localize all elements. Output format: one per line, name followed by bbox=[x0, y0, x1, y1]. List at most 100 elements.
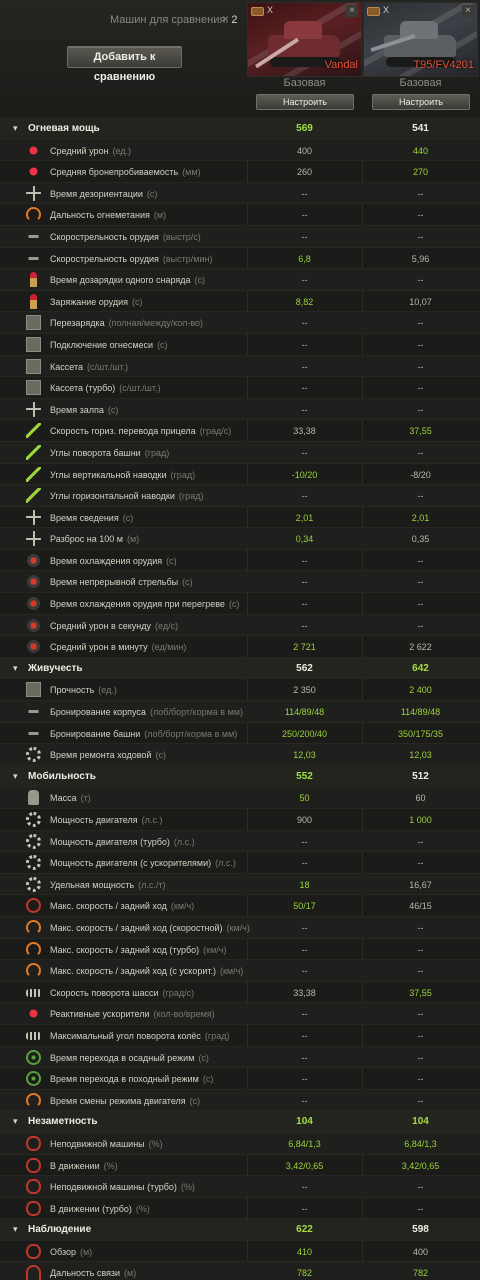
stat-unit: (с) bbox=[155, 750, 166, 761]
stat-value-vehicle-2: 37,55 bbox=[409, 987, 432, 998]
stat-label: Время дозарядки одного снаряда (с) bbox=[50, 275, 205, 285]
stat-name: Прочность bbox=[50, 685, 95, 696]
clear-comparison-icon[interactable]: × bbox=[222, 12, 229, 26]
stat-value-vehicle-1: -- bbox=[301, 1030, 308, 1041]
stat-row: Макс. скорость / задний ход (км/ч) 50/17 46… bbox=[0, 895, 480, 917]
dispersion-icon bbox=[26, 531, 41, 547]
stat-value-vehicle-1: 250/200/40 bbox=[281, 728, 328, 739]
stat-label: Перезарядка (полная/между/кол-во) bbox=[50, 318, 203, 328]
stat-value-vehicle-2: 2,01 bbox=[411, 512, 430, 523]
vehicle-image[interactable]: X × Vandal bbox=[247, 2, 362, 77]
stat-unit: (град) bbox=[204, 1030, 230, 1041]
stat-row: Макс. скорость / задний ход (турбо) (км/ч… bbox=[0, 939, 480, 961]
stat-label: Макс. скорость / задний ход (с ускорит.)… bbox=[50, 966, 243, 976]
stat-label: Дальность связи (м) bbox=[50, 1268, 136, 1278]
stat-unit: (кол-во/время) bbox=[153, 1009, 215, 1020]
stat-row: Неподвижной машины (турбо) (%) -- -- bbox=[0, 1176, 480, 1198]
chevron-down-icon[interactable]: ▾ bbox=[13, 123, 18, 134]
stat-name: Углы вертикальной наводки bbox=[50, 469, 167, 480]
stat-row: Макс. скорость / задний ход (скоростной)… bbox=[0, 916, 480, 939]
compare-count-value: 2 bbox=[231, 14, 238, 26]
stat-row: Макс. скорость / задний ход (с ускорит.)… bbox=[0, 960, 480, 982]
stat-value-vehicle-2: 6,84/1,3 bbox=[404, 1138, 437, 1149]
stat-row: Масса (т) 50 60 bbox=[0, 787, 480, 809]
stat-row: Время смены режима двигателя (с) -- -- bbox=[0, 1089, 480, 1112]
stat-label: Время залпа (с) bbox=[50, 405, 118, 415]
stat-unit: (м) bbox=[80, 1246, 93, 1257]
stat-value-vehicle-1: -- bbox=[301, 339, 308, 350]
configure-button[interactable]: Настроить bbox=[372, 94, 470, 110]
section-header-row[interactable]: ▾ Незаметность 104 104 bbox=[0, 1111, 480, 1133]
stat-name: Перезарядка bbox=[50, 318, 105, 329]
stat-label: Макс. скорость / задний ход (скоростной)… bbox=[50, 923, 250, 933]
stat-row: Реактивные ускорители (кол-во/время) -- -- bbox=[0, 1003, 480, 1025]
stat-name: Макс. скорость / задний ход (турбо) bbox=[50, 944, 200, 955]
stat-unit: (км/ч) bbox=[170, 901, 195, 912]
stat-value-vehicle-1: 2 350 bbox=[293, 685, 316, 696]
stat-label: Бронирование башни (лоб/борт/корма в мм) bbox=[50, 729, 237, 739]
remove-vehicle-button[interactable]: × bbox=[462, 5, 474, 17]
section-header-row[interactable]: ▾ Наблюдение 622 598 bbox=[0, 1219, 480, 1241]
stat-unit: (лоб/борт/корма в мм) bbox=[149, 707, 243, 718]
stat-label: Время перехода в походный режим (с) bbox=[50, 1074, 213, 1084]
remove-vehicle-button[interactable]: × bbox=[346, 5, 358, 17]
stat-value-vehicle-2: -- bbox=[417, 1182, 424, 1193]
stat-row: Время непрерывной стрельбы (с) -- -- bbox=[0, 571, 480, 594]
vehicle-name: T95/FV4201 bbox=[413, 59, 474, 71]
stat-value-vehicle-1: -- bbox=[301, 1052, 308, 1063]
speed-turbo-icon bbox=[26, 941, 41, 957]
stat-name: Время ремонта ходовой bbox=[50, 750, 152, 761]
stat-value-vehicle-2: -- bbox=[417, 858, 424, 869]
stat-row: Кассета (с/шт./шт.) -- -- bbox=[0, 355, 480, 378]
stat-value-vehicle-2: -- bbox=[417, 577, 424, 588]
stat-value-vehicle-1: 2,01 bbox=[295, 512, 314, 523]
stat-label: Углы вертикальной наводки (град) bbox=[50, 470, 195, 480]
stat-value-vehicle-1: 622 bbox=[296, 1224, 313, 1236]
stat-row: Неподвижной машины (%) 6,84/1,3 6,84/1,3 bbox=[0, 1132, 480, 1155]
stat-unit: (с) bbox=[157, 339, 168, 350]
stat-name: Обзор bbox=[50, 1246, 76, 1257]
chevron-down-icon[interactable]: ▾ bbox=[13, 1116, 18, 1127]
stat-name: Живучесть bbox=[28, 662, 83, 674]
stat-value-vehicle-2: -- bbox=[417, 210, 424, 221]
stat-value-vehicle-2: -- bbox=[417, 231, 424, 242]
section-label: Наблюдение bbox=[28, 1224, 91, 1235]
vehicle-image[interactable]: X × T95/FV4201 bbox=[363, 2, 478, 77]
stat-value-vehicle-2: 16,67 bbox=[409, 879, 432, 890]
add-to-comparison-button[interactable]: Добавить к сравнению bbox=[67, 46, 182, 83]
chevron-down-icon[interactable]: ▾ bbox=[13, 771, 18, 782]
stat-name: Кассета (турбо) bbox=[50, 383, 116, 394]
section-label: Живучесть bbox=[28, 663, 83, 674]
section-label: Огневая мощь bbox=[28, 123, 100, 134]
stat-label: Бронирование корпуса (лоб/борт/корма в мм… bbox=[50, 707, 243, 717]
stat-label: Средняя бронепробиваемость (мм) bbox=[50, 167, 201, 177]
stat-value-vehicle-2: 0,35 bbox=[411, 534, 430, 545]
chassis-rotation-icon bbox=[26, 988, 41, 997]
stat-value-vehicle-2: 10,07 bbox=[409, 296, 432, 307]
stat-value-vehicle-1: -- bbox=[301, 836, 308, 847]
stat-value-vehicle-2: -- bbox=[417, 1030, 424, 1041]
stat-value-vehicle-1: -- bbox=[301, 620, 308, 631]
penetration-icon bbox=[26, 164, 41, 180]
stat-value-vehicle-1: 2 721 bbox=[293, 642, 316, 653]
stat-value-vehicle-1: -- bbox=[301, 275, 308, 286]
vehicle-name: Vandal bbox=[324, 59, 358, 71]
stat-label: Время охлаждения орудия при перегреве (с) bbox=[50, 599, 239, 609]
section-header-row[interactable]: ▾ Живучесть 562 642 bbox=[0, 657, 480, 680]
chevron-down-icon[interactable]: ▾ bbox=[13, 663, 18, 674]
stat-row: В движении (%) 3,42/0,65 3,42/0,65 bbox=[0, 1155, 480, 1177]
stat-name: Средняя бронепробиваемость bbox=[50, 167, 179, 178]
stat-unit: (%) bbox=[180, 1182, 195, 1193]
stat-value-vehicle-1: -- bbox=[301, 1095, 308, 1106]
section-header-row[interactable]: ▾ Мобильность 552 512 bbox=[0, 765, 480, 788]
vehicle-mark: X bbox=[383, 5, 390, 15]
configure-button[interactable]: Настроить bbox=[256, 94, 354, 110]
stat-row: Углы поворота башни (град) -- -- bbox=[0, 441, 480, 464]
section-header-row[interactable]: ▾ Огневая мощь 569 541 bbox=[0, 118, 480, 140]
dps-icon bbox=[26, 617, 41, 633]
stat-unit: (град) bbox=[144, 447, 170, 458]
stat-unit: (с) bbox=[194, 275, 206, 286]
stat-name: Время смены режима двигателя bbox=[50, 1095, 186, 1106]
chevron-down-icon[interactable]: ▾ bbox=[13, 1224, 18, 1235]
stat-label: Мощность двигателя (турбо) (л.с.) bbox=[50, 837, 195, 847]
